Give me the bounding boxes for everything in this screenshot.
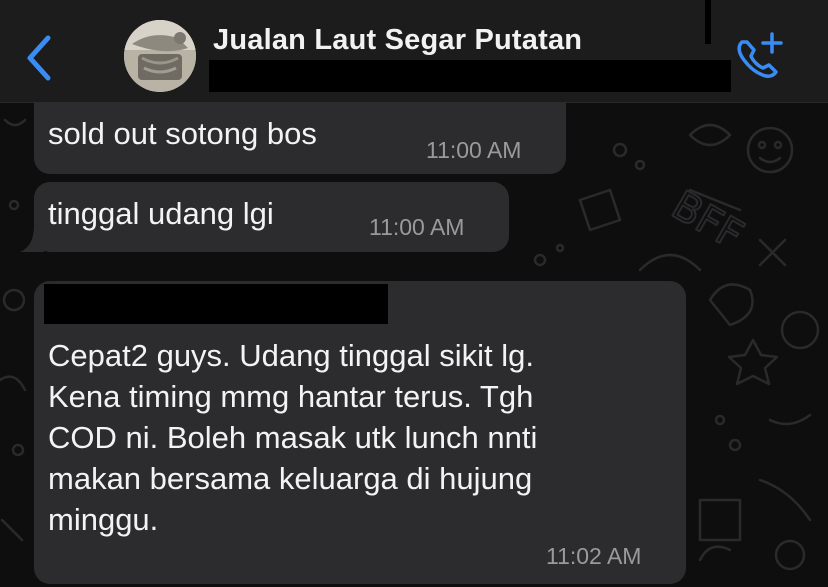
phone-add-icon xyxy=(737,32,783,78)
message-bubble[interactable]: tinggal udang lgi 11:00 AM xyxy=(34,182,509,252)
group-avatar[interactable] xyxy=(124,20,196,92)
avatar-image xyxy=(124,20,196,92)
message-bubble[interactable]: Cepat2 guys. Udang tinggal sikit lg. Ken… xyxy=(34,281,686,584)
header-divider-mark xyxy=(705,0,711,44)
chat-screen: BFF Jualan Laut Segar Putatan sold out s… xyxy=(0,0,828,587)
message-text: tinggal udang lgi xyxy=(48,196,274,231)
back-button[interactable] xyxy=(20,32,60,84)
message-text: sold out sotong bos xyxy=(48,116,317,151)
svg-text:BFF: BFF xyxy=(664,182,751,259)
message-timestamp: 11:00 AM xyxy=(369,214,465,240)
message-timestamp: 11:00 AM xyxy=(426,137,522,163)
chat-title[interactable]: Jualan Laut Segar Putatan xyxy=(213,24,582,57)
message-text: Cepat2 guys. Udang tinggal sikit lg. Ken… xyxy=(48,338,538,537)
message-timestamp: 11:02 AM xyxy=(546,543,642,569)
redacted-sender-name xyxy=(44,284,388,324)
chat-header: Jualan Laut Segar Putatan xyxy=(0,0,828,103)
add-call-button[interactable] xyxy=(732,30,788,82)
chevron-left-icon xyxy=(27,35,51,81)
redacted-subtitle xyxy=(209,60,731,92)
